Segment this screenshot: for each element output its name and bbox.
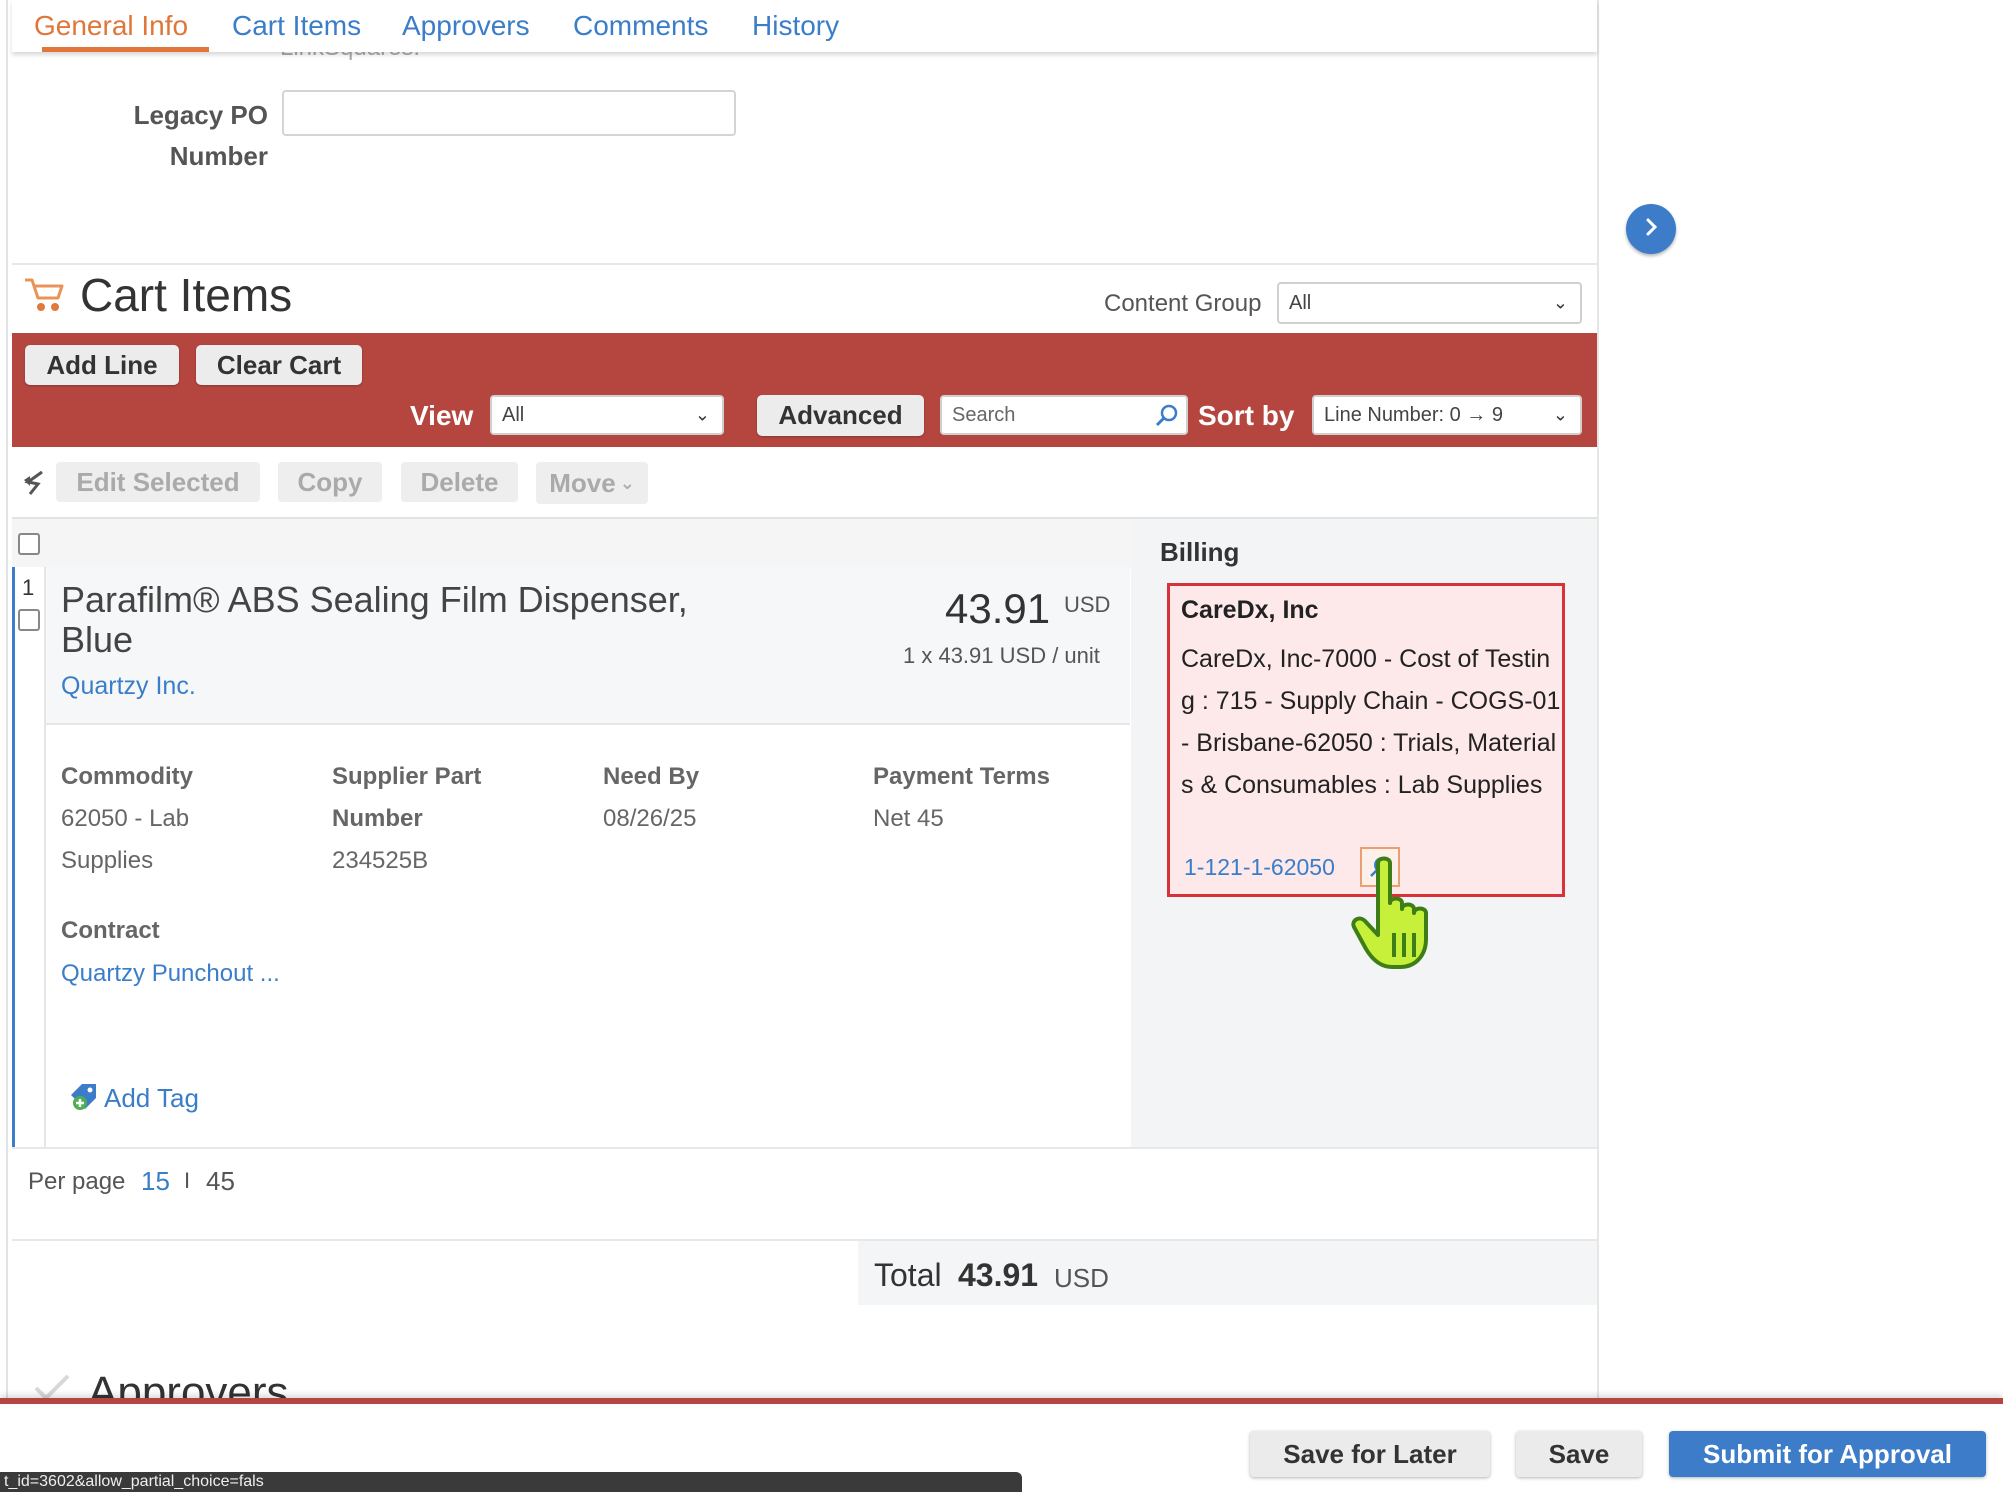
legacy-po-label-line1: Legacy PO [133, 100, 268, 130]
supplier-part-value: 234525B [332, 847, 429, 874]
status-bar-url: t_id=3602&allow_partial_choice=fals [0, 1472, 1022, 1492]
per-page-45[interactable]: 45 [206, 1166, 235, 1197]
legacy-po-label: Legacy PO Number [100, 100, 268, 172]
line-item-checkbox[interactable] [18, 609, 40, 631]
chevron-down-icon: ⌄ [619, 472, 635, 493]
tab-cart-items[interactable]: Cart Items [232, 10, 361, 42]
total-currency: USD [1054, 1263, 1109, 1293]
contract-link[interactable]: Quartzy Punchout ... [61, 953, 280, 995]
unit-price: 1 x 43.91 USD / unit [903, 643, 1100, 668]
legacy-po-number-input[interactable] [282, 90, 736, 136]
billing-description: CareDx, Inc-7000 - Cost of Testing : 715… [1181, 645, 1561, 799]
copy-button[interactable]: Copy [278, 462, 382, 502]
tab-approvers[interactable]: Approvers [402, 10, 530, 42]
panel-left-edge [6, 0, 8, 1400]
commodity-value-line2: Supplies [61, 847, 154, 874]
chevron-down-icon: ⌄ [694, 404, 710, 425]
item-currency: USD [1064, 592, 1111, 617]
search-placeholder: Search [952, 403, 1016, 426]
view-value: All [502, 403, 525, 426]
advanced-search-button[interactable]: Advanced [757, 395, 924, 436]
billing-company: CareDx, Inc [1181, 596, 1319, 624]
contract-label: Contract [61, 917, 160, 944]
delete-button[interactable]: Delete [401, 462, 518, 502]
tab-history[interactable]: History [752, 10, 839, 42]
select-arrow-icon [18, 468, 46, 501]
commodity-value-line1: 62050 - Lab [61, 805, 190, 832]
sort-by-select[interactable]: Line Number: 0 → 9 ⌄ [1312, 395, 1582, 435]
row-divider [44, 567, 46, 1147]
hand-pointer-cursor-icon [1350, 855, 1454, 978]
billing-account-card: CareDx, Inc CareDx, Inc-7000 - Cost of T… [1167, 583, 1565, 897]
select-all-checkbox[interactable] [18, 533, 40, 555]
sort-by-value: Line Number: 0 → 9 [1324, 403, 1503, 426]
total-amount: 43.91 [958, 1257, 1039, 1293]
content-group-label: Content Group [1104, 290, 1262, 317]
need-by-label: Need By [603, 763, 700, 790]
view-select[interactable]: All ⌄ [490, 395, 724, 435]
commodity-label: Commodity [61, 763, 193, 790]
edit-selected-button[interactable]: Edit Selected [56, 462, 260, 502]
view-label: View [410, 400, 474, 431]
save-for-later-button[interactable]: Save for Later [1250, 1431, 1490, 1477]
payment-terms-value: Net 45 [873, 805, 944, 832]
table-bottom-border [12, 1147, 1597, 1149]
supplier-link[interactable]: Quartzy Inc. [61, 672, 196, 701]
add-line-button[interactable]: Add Line [25, 345, 179, 385]
cart-icon [22, 274, 68, 319]
search-input[interactable]: Search [940, 395, 1188, 435]
chevron-down-icon: ⌄ [1552, 292, 1568, 313]
line-item-accent [12, 567, 15, 1147]
sort-by-label: Sort by [1198, 400, 1295, 431]
chevron-right-icon [1640, 216, 1662, 243]
expand-panel-button[interactable] [1626, 204, 1676, 254]
total-label: Total [874, 1257, 942, 1293]
chevron-down-icon: ⌄ [1552, 404, 1568, 425]
per-page-15[interactable]: 15 [141, 1166, 170, 1197]
search-icon [1154, 403, 1180, 435]
tab-bar: General Info Cart Items Approvers Commen… [12, 0, 1597, 52]
need-by-value: 08/26/25 [603, 805, 697, 832]
supplier-part-label-line2: Number [332, 805, 423, 832]
tab-comments[interactable]: Comments [573, 10, 708, 42]
move-button[interactable]: Move ⌄ [536, 462, 648, 504]
tab-general-info[interactable]: General Info [34, 10, 188, 42]
billing-header: Billing [1160, 537, 1240, 567]
panel-right-edge [1597, 0, 1599, 1400]
cart-total: Total 43.91 USD [858, 1241, 1597, 1305]
per-page-label: Per page [28, 1168, 126, 1195]
save-button[interactable]: Save [1516, 1431, 1642, 1477]
cart-items-heading: Cart Items [80, 269, 293, 321]
item-name[interactable]: Parafilm® ABS Sealing Film Dispenser, Bl… [61, 580, 761, 660]
content-group-value: All [1289, 291, 1312, 314]
legacy-po-label-line2: Number [169, 141, 268, 171]
payment-terms-label: Payment Terms [873, 763, 1050, 790]
active-tab-underline [42, 47, 209, 52]
add-tag-link[interactable]: Add Tag [104, 1083, 199, 1114]
section-divider [12, 263, 1597, 265]
submit-for-approval-button[interactable]: Submit for Approval [1669, 1431, 1986, 1477]
line-number: 1 [22, 575, 35, 600]
move-button-label: Move [549, 467, 616, 498]
item-price: 43.91 [945, 585, 1051, 632]
per-page-separator: I [184, 1168, 191, 1193]
add-tag-icon [68, 1081, 100, 1118]
content-group-select[interactable]: All ⌄ [1277, 282, 1582, 324]
clear-cart-button[interactable]: Clear Cart [196, 345, 362, 385]
supplier-part-label-line1: Supplier Part [332, 763, 482, 790]
billing-account-code-link[interactable]: 1-121-1-62050 [1184, 854, 1335, 881]
